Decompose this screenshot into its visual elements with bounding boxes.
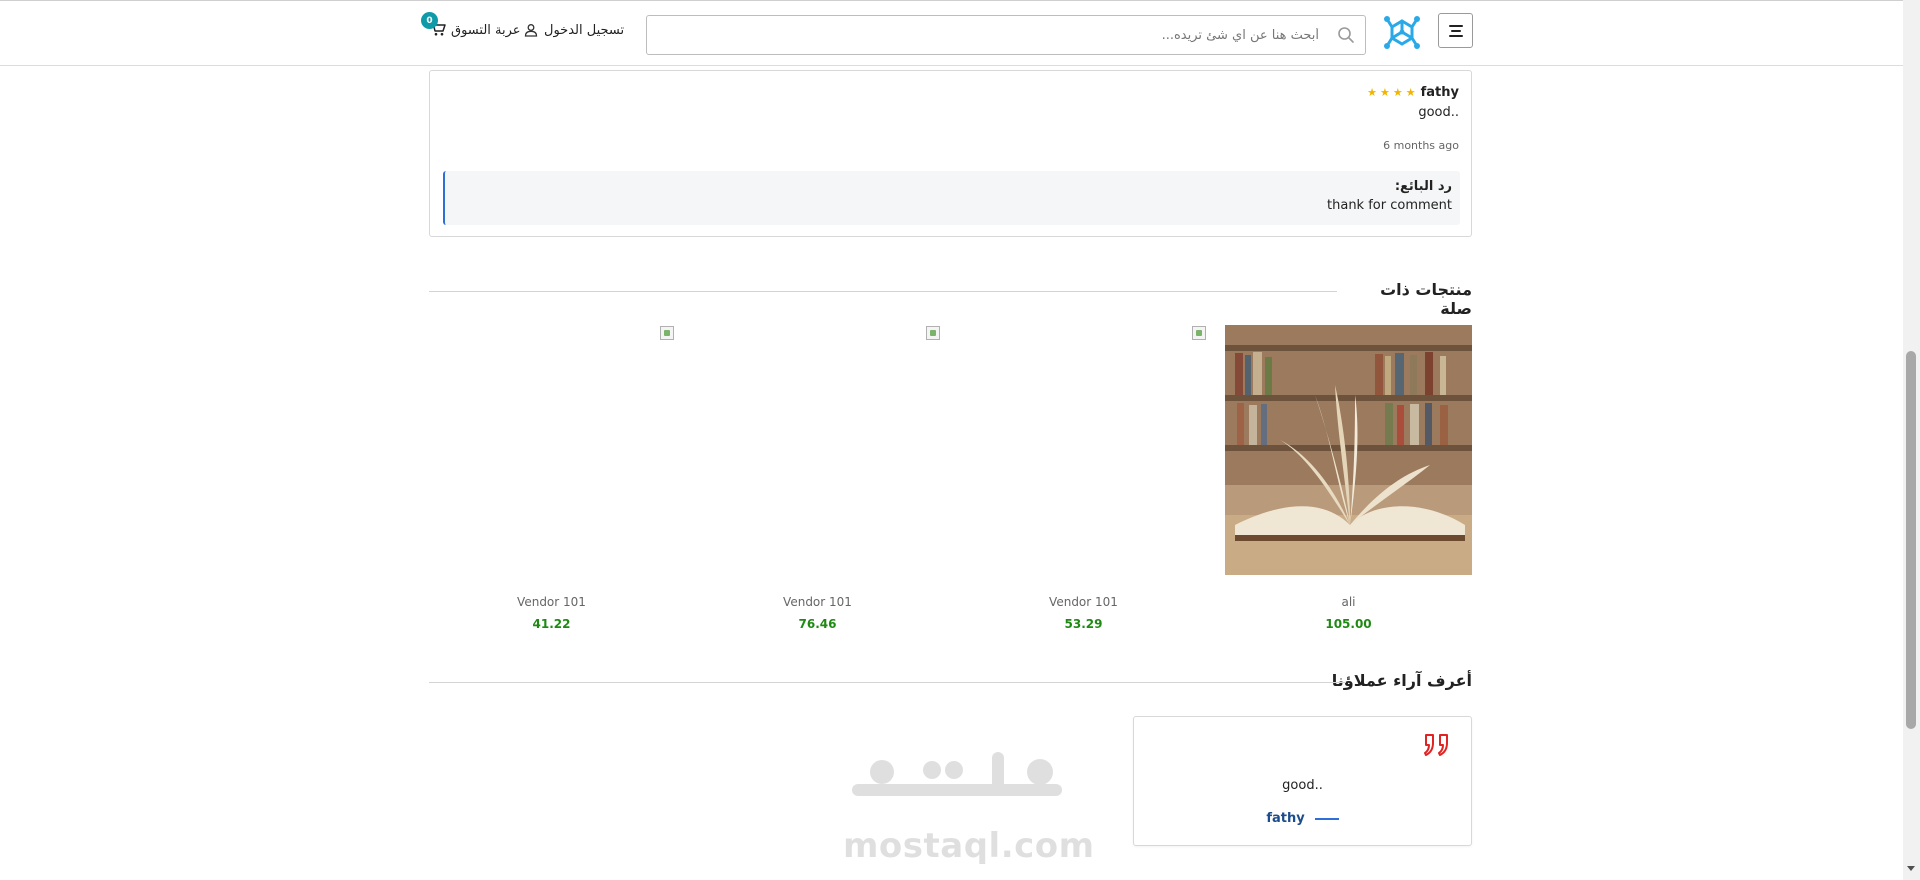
site-header: تسجيل الدخول عربة التسوق 0 (0, 1, 1920, 66)
reviewer-name: fathy (1420, 85, 1459, 100)
search-input[interactable] (659, 16, 1319, 54)
product-image[interactable] (1225, 325, 1472, 575)
product-card[interactable]: Vendor 101 53.29 (960, 325, 1207, 635)
cart-label: عربة التسوق (451, 22, 521, 38)
seller-reply: رد البائع: thank for comment (443, 171, 1460, 225)
section-divider (429, 682, 1346, 683)
search-bar (646, 15, 1366, 55)
review-header: fathy ★ ★ ★ ★ (1367, 85, 1459, 100)
star-icon: ★ (1380, 86, 1390, 99)
login-label: تسجيل الدخول (544, 22, 625, 38)
star-icon: ★ (1405, 86, 1416, 99)
section-divider (429, 291, 1337, 292)
site-logo[interactable] (1383, 13, 1421, 51)
testimonial-text: good.. (1282, 778, 1323, 793)
rating-stars: ★ ★ ★ ★ (1367, 86, 1416, 99)
quote-icon (1424, 734, 1448, 756)
menu-icon-bar (1450, 29, 1461, 32)
testimonial-author: fathy (1134, 811, 1471, 826)
scroll-down-arrow-icon[interactable] (1907, 866, 1915, 871)
testimonials-title: أعرف آراء عملاؤنا (1331, 671, 1472, 690)
product-price: 53.29 (1064, 617, 1103, 631)
review-card: fathy ★ ★ ★ ★ good.. 6 months ago رد الب… (429, 70, 1472, 237)
menu-toggle-button[interactable] (1438, 13, 1473, 48)
broken-image-icon[interactable] (926, 326, 940, 340)
product-price: 105.00 (1325, 617, 1372, 631)
seller-reply-text: thank for comment (1327, 198, 1452, 213)
star-icon: ★ (1392, 86, 1403, 99)
cart-count-badge: 0 (421, 12, 438, 29)
product-vendor: Vendor 101 (783, 595, 852, 609)
product-vendor: Vendor 101 (517, 595, 586, 609)
author-dash (1314, 817, 1339, 820)
product-card[interactable]: ali 105.00 (1225, 325, 1472, 635)
search-icon[interactable] (1337, 26, 1355, 44)
cart-link[interactable]: عربة التسوق 0 (421, 12, 521, 41)
testimonial-author-name: fathy (1266, 811, 1305, 826)
product-card[interactable]: Vendor 101 41.22 (428, 325, 675, 635)
broken-image-icon[interactable] (1192, 326, 1206, 340)
review-date: 6 months ago (1383, 139, 1459, 152)
product-card[interactable]: Vendor 101 76.46 (694, 325, 941, 635)
review-text: good.. (1418, 105, 1459, 120)
user-icon (524, 24, 538, 37)
product-vendor: Vendor 101 (1049, 595, 1118, 609)
cart-icon-wrapper: 0 (421, 12, 446, 39)
product-price: 76.46 (798, 617, 837, 631)
scrollbar-thumb[interactable] (1906, 351, 1916, 729)
related-products-title: منتجات ذات صلة (1380, 280, 1472, 318)
login-link[interactable]: تسجيل الدخول (524, 19, 624, 41)
watermark-text: mostaql.com (843, 826, 1095, 866)
menu-icon-bar (1448, 24, 1463, 27)
broken-image-icon[interactable] (660, 326, 674, 340)
product-price: 41.22 (532, 617, 571, 631)
testimonial-card: good.. fathy (1133, 716, 1472, 846)
product-vendor: ali (1341, 595, 1356, 609)
seller-reply-label: رد البائع: (1394, 179, 1452, 194)
menu-icon-bar (1448, 34, 1463, 37)
star-icon: ★ (1367, 86, 1377, 99)
